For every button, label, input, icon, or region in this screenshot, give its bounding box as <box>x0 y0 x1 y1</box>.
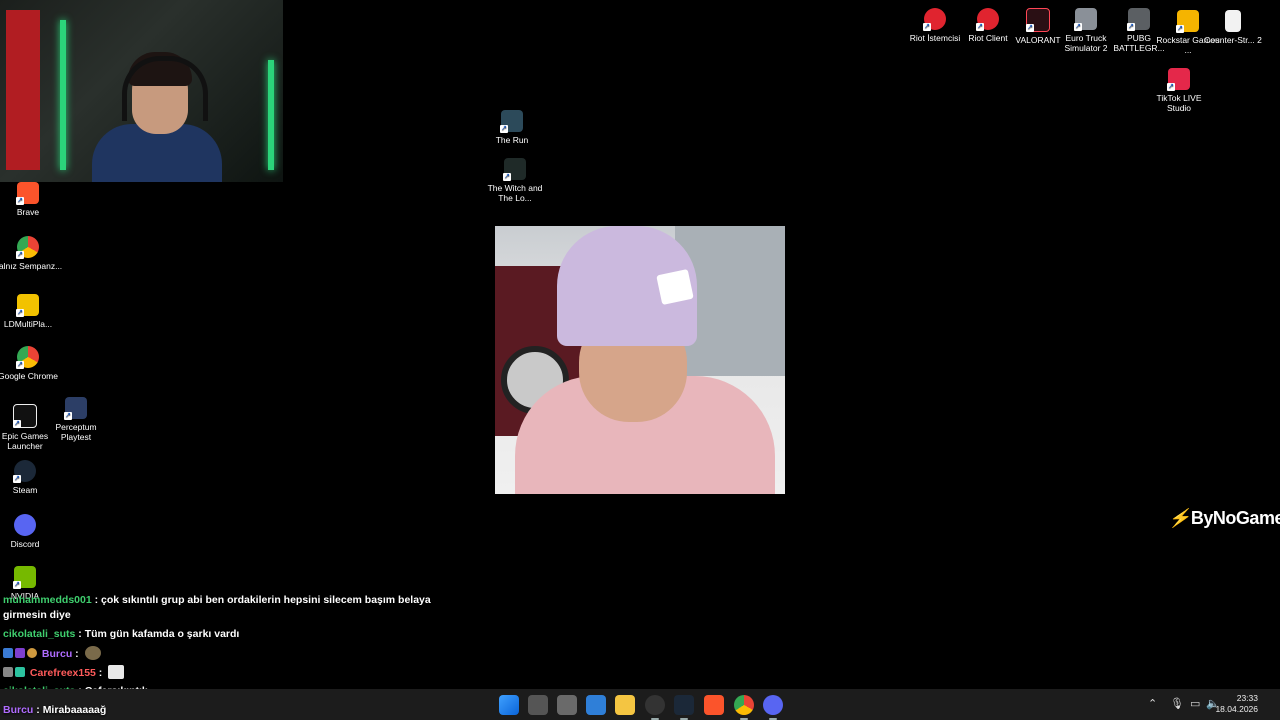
chevron-up-icon[interactable]: ⌃ <box>1148 697 1157 710</box>
headset-icon <box>122 56 208 121</box>
photos-icon[interactable] <box>586 695 606 715</box>
led-strip <box>268 60 274 170</box>
icon-label: Riot Client <box>968 33 1008 43</box>
bynogame-mark-icon: ⚡ <box>1168 508 1190 528</box>
video-preview <box>495 226 785 494</box>
microphone-icon[interactable]: 🎙 <box>1170 697 1184 710</box>
desktop-icon-ldmulti[interactable]: ↗ LDMultiPla... <box>0 294 63 329</box>
icon-label: Counter-Str... 2 <box>1204 35 1262 45</box>
chat-username: cikolatali_suts <box>3 628 76 640</box>
chat-username: Burcu <box>3 704 34 716</box>
chat-message: Burcu : <box>3 646 433 662</box>
chat-badge-icon <box>3 648 13 658</box>
person-beanie <box>557 226 697 346</box>
icon-label: Yalnız Sempanz... <box>0 261 63 271</box>
game-icon: ↗ <box>500 110 523 133</box>
file-icon <box>1225 10 1241 32</box>
desktop-icon-counter-strike[interactable]: Counter-Str... 2 <box>1198 10 1268 45</box>
start-windows-icon[interactable] <box>499 695 519 715</box>
riot-icon: ↗ <box>976 8 999 31</box>
desktop-icon-steam[interactable]: ↗ Steam <box>0 460 60 495</box>
clock-date: 18.04.2026 <box>1215 704 1258 714</box>
steam-taskbar-icon[interactable] <box>674 695 694 720</box>
discord-taskbar-icon[interactable] <box>763 695 783 720</box>
chat-text: çok sıkıntılı grup abi ben ordakilerin h… <box>101 594 431 606</box>
steam-icon: ↗ <box>13 460 36 483</box>
bynogame-logo: ⚡ByNoGame <box>1168 508 1280 529</box>
icon-label: Google Chrome <box>0 371 58 381</box>
chat-badge-icon <box>3 667 13 677</box>
brand-text: ByNoGame <box>1190 508 1280 528</box>
icon-label: The Witch and The Lo... <box>487 183 543 203</box>
desktop-icon-brave[interactable]: ↗ Brave <box>0 182 63 217</box>
ldplayer-icon: ↗ <box>16 294 39 317</box>
icon-label: TikTok LIVE Studio <box>1156 93 1202 113</box>
epic-games-icon: ↗ <box>13 404 37 428</box>
obs-icon[interactable] <box>645 695 665 720</box>
emote-icon <box>84 646 101 660</box>
webcam-overlay <box>0 0 283 182</box>
clock-time: 23:33 <box>1236 693 1258 703</box>
rockstar-icon: ↗ <box>1176 10 1199 33</box>
app-icon[interactable] <box>557 695 577 715</box>
chat-message: Burcu : Mirabaaaaağ <box>3 704 107 716</box>
beanie-patch <box>656 269 694 305</box>
tiktok-icon: ↗ <box>1167 68 1190 91</box>
valorant-icon: ↗ <box>1026 8 1050 32</box>
icon-label: Perceptum Playtest <box>55 422 97 442</box>
brave-taskbar-icon[interactable] <box>704 695 724 715</box>
desktop-icon-discord[interactable]: Discord <box>0 514 60 549</box>
file-explorer-icon[interactable] <box>615 695 635 715</box>
desktop-icon-the-run[interactable]: ↗ The Run <box>477 110 547 145</box>
icon-label: Steam <box>12 485 38 495</box>
icon-label: The Run <box>495 135 529 145</box>
led-strip <box>60 20 66 170</box>
chat-message: muhammedds001 : çok sıkıntılı grup abi b… <box>3 594 431 621</box>
network-icon[interactable]: ▭ <box>1190 697 1200 710</box>
shelf-decoration <box>6 10 40 170</box>
emote-icon <box>108 665 125 679</box>
desktop-icon-tiktok-live[interactable]: ↗ TikTok LIVE Studio <box>1144 68 1214 113</box>
chat-username: muhammedds001 <box>3 594 92 606</box>
desktop-icon-the-witch[interactable]: ↗ The Witch and The Lo... <box>480 158 550 203</box>
chat-message: cikolatali_suts : Tüm gün kafamda o şark… <box>3 628 240 640</box>
desktop-icon-google-chrome[interactable]: ↗ Google Chrome <box>0 346 63 381</box>
chat-text: Mirabaaaaağ <box>42 704 107 716</box>
chat-badge-icon <box>15 667 25 677</box>
discord-icon <box>14 514 36 536</box>
riot-icon: ↗ <box>923 8 946 31</box>
chat-badge-icon <box>15 648 25 658</box>
chat-message: Carefreex155 : <box>3 665 433 681</box>
task-view-icon[interactable] <box>528 695 548 715</box>
desktop-icon-yalniz[interactable]: ↗ Yalnız Sempanz... <box>0 236 63 271</box>
chrome-taskbar-icon[interactable] <box>734 695 754 720</box>
icon-label: Discord <box>10 539 40 549</box>
game-icon: ↗ <box>64 397 87 420</box>
truck-icon: ↗ <box>1074 8 1097 31</box>
icon-label: Euro Truck Simulator 2 <box>1064 33 1108 53</box>
icon-label: LDMultiPla... <box>3 319 53 329</box>
system-clock[interactable]: 23:33 18.04.2026 <box>1215 693 1258 715</box>
pubg-icon: ↗ <box>1127 8 1150 31</box>
chat-username: Burcu <box>41 648 73 660</box>
game-icon: ↗ <box>503 158 526 181</box>
chat-text: Tüm gün kafamda o şarkı vardı <box>84 628 240 640</box>
desktop-icon-perceptum[interactable]: ↗ Perceptum Playtest <box>41 397 111 442</box>
chrome-icon: ↗ <box>16 346 39 369</box>
nvidia-icon: ↗ <box>13 566 36 589</box>
chat-username: Carefreex155 <box>29 667 96 679</box>
icon-label: Brave <box>16 207 40 217</box>
chat-text-continued: girmesin diye <box>3 609 71 621</box>
chrome-icon: ↗ <box>16 236 39 259</box>
brave-icon: ↗ <box>16 182 39 205</box>
chat-badge-icon <box>27 648 37 658</box>
